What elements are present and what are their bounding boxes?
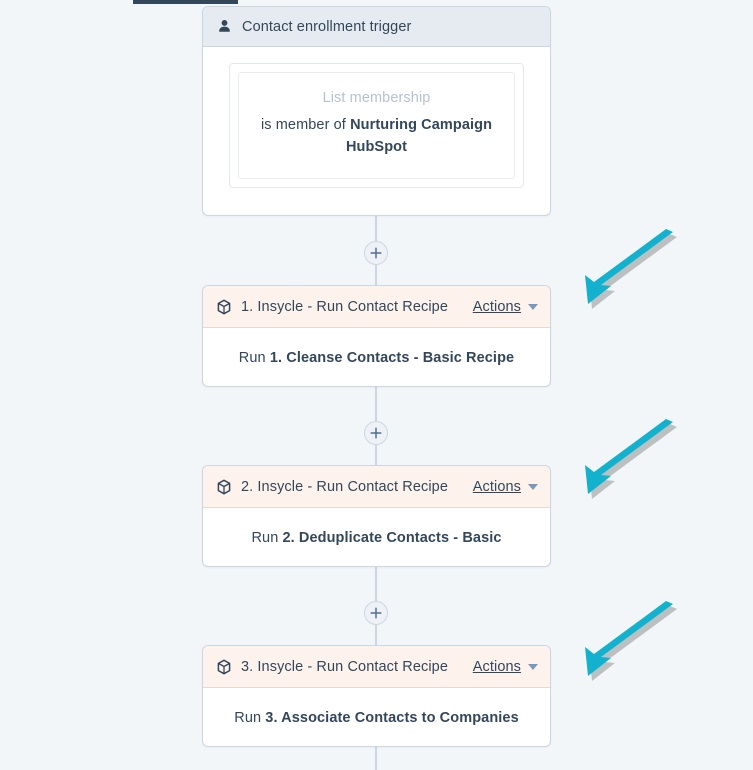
connector-line-plus3-to-action3: [375, 625, 377, 645]
chevron-down-icon: [528, 663, 538, 670]
workflow-action-card[interactable]: 1. Insycle - Run Contact Recipe Actions …: [202, 285, 551, 387]
action-card-body: Run 3. Associate Contacts to Companies: [203, 688, 550, 746]
trigger-card-header: Contact enrollment trigger: [203, 7, 550, 47]
action-card-header-left: 2. Insycle - Run Contact Recipe: [216, 479, 473, 495]
actions-dropdown[interactable]: Actions: [473, 479, 538, 495]
filter-criteria-text: is member of Nurturing Campaign HubSpot: [253, 115, 500, 159]
workflow-action-card[interactable]: 3. Insycle - Run Contact Recipe Actions …: [202, 645, 551, 747]
arrow-pointing-to-action-2: [585, 419, 677, 499]
connector-line-plus2-to-action2: [375, 445, 377, 465]
workflow-canvas: Contact enrollment trigger List membersh…: [0, 0, 753, 770]
connector-line-action3-to-next: [375, 747, 377, 770]
chevron-down-icon: [528, 483, 538, 490]
workflow-action-card[interactable]: 2. Insycle - Run Contact Recipe Actions …: [202, 465, 551, 567]
action-summary-prefix: Run: [251, 529, 283, 546]
plus-icon: [370, 247, 382, 259]
trigger-card-title: Contact enrollment trigger: [242, 18, 412, 35]
filter-value: Nurturing Campaign HubSpot: [345, 117, 493, 155]
filter-group-box[interactable]: List membership is member of Nurturing C…: [229, 63, 524, 188]
plus-icon: [370, 607, 382, 619]
filter-criterion-box[interactable]: List membership is member of Nurturing C…: [238, 72, 515, 179]
actions-dropdown[interactable]: Actions: [473, 299, 538, 315]
action-summary-prefix: Run: [238, 349, 270, 366]
add-step-button[interactable]: [364, 601, 388, 625]
action-card-header: 1. Insycle - Run Contact Recipe Actions: [203, 286, 550, 328]
actions-dropdown-label: Actions: [472, 298, 521, 315]
action-card-title: 3. Insycle - Run Contact Recipe: [241, 658, 448, 675]
action-card-summary: Run 1. Cleanse Contacts - Basic Recipe: [239, 350, 514, 366]
cube-icon: [216, 299, 232, 315]
action-card-summary: Run 3. Associate Contacts to Companies: [234, 710, 519, 726]
plus-icon: [370, 427, 382, 439]
action-card-body: Run 2. Deduplicate Contacts - Basic: [203, 508, 550, 566]
action-summary-prefix: Run: [234, 709, 266, 726]
action-card-header-left: 3. Insycle - Run Contact Recipe: [216, 659, 473, 675]
action-card-summary: Run 2. Deduplicate Contacts - Basic: [251, 530, 501, 546]
cube-icon: [216, 479, 232, 495]
person-icon: [217, 19, 232, 34]
action-card-title: 1. Insycle - Run Contact Recipe: [241, 298, 448, 315]
action-card-body: Run 1. Cleanse Contacts - Basic Recipe: [203, 328, 550, 386]
connector-line-action2-to-plus3: [375, 567, 377, 601]
arrow-pointing-to-action-3: [585, 601, 677, 681]
filter-type-label: List membership: [322, 90, 431, 106]
action-summary-value: 1. Cleanse Contacts - Basic Recipe: [269, 349, 515, 366]
contact-enrollment-trigger-card[interactable]: Contact enrollment trigger List membersh…: [202, 6, 551, 216]
connector-line-trigger-to-action1: [375, 216, 377, 241]
add-step-button[interactable]: [364, 421, 388, 445]
action-card-title: 2. Insycle - Run Contact Recipe: [241, 478, 448, 495]
cube-icon: [216, 659, 232, 675]
action-summary-value: 2. Deduplicate Contacts - Basic: [282, 529, 502, 546]
trigger-card-body: List membership is member of Nurturing C…: [203, 47, 550, 206]
connector-line-plus1-to-action1: [375, 265, 377, 285]
action-card-header: 2. Insycle - Run Contact Recipe Actions: [203, 466, 550, 508]
action-summary-value: 3. Associate Contacts to Companies: [265, 709, 519, 726]
action-card-header-left: 1. Insycle - Run Contact Recipe: [216, 299, 473, 315]
add-step-button[interactable]: [364, 241, 388, 265]
connector-line-action1-to-plus2: [375, 387, 377, 421]
arrow-pointing-to-action-1: [585, 229, 677, 309]
actions-dropdown-label: Actions: [472, 658, 521, 675]
actions-dropdown-label: Actions: [472, 478, 521, 495]
chevron-down-icon: [528, 303, 538, 310]
actions-dropdown[interactable]: Actions: [473, 659, 538, 675]
filter-prefix: is member of: [260, 117, 351, 133]
action-card-header: 3. Insycle - Run Contact Recipe Actions: [203, 646, 550, 688]
